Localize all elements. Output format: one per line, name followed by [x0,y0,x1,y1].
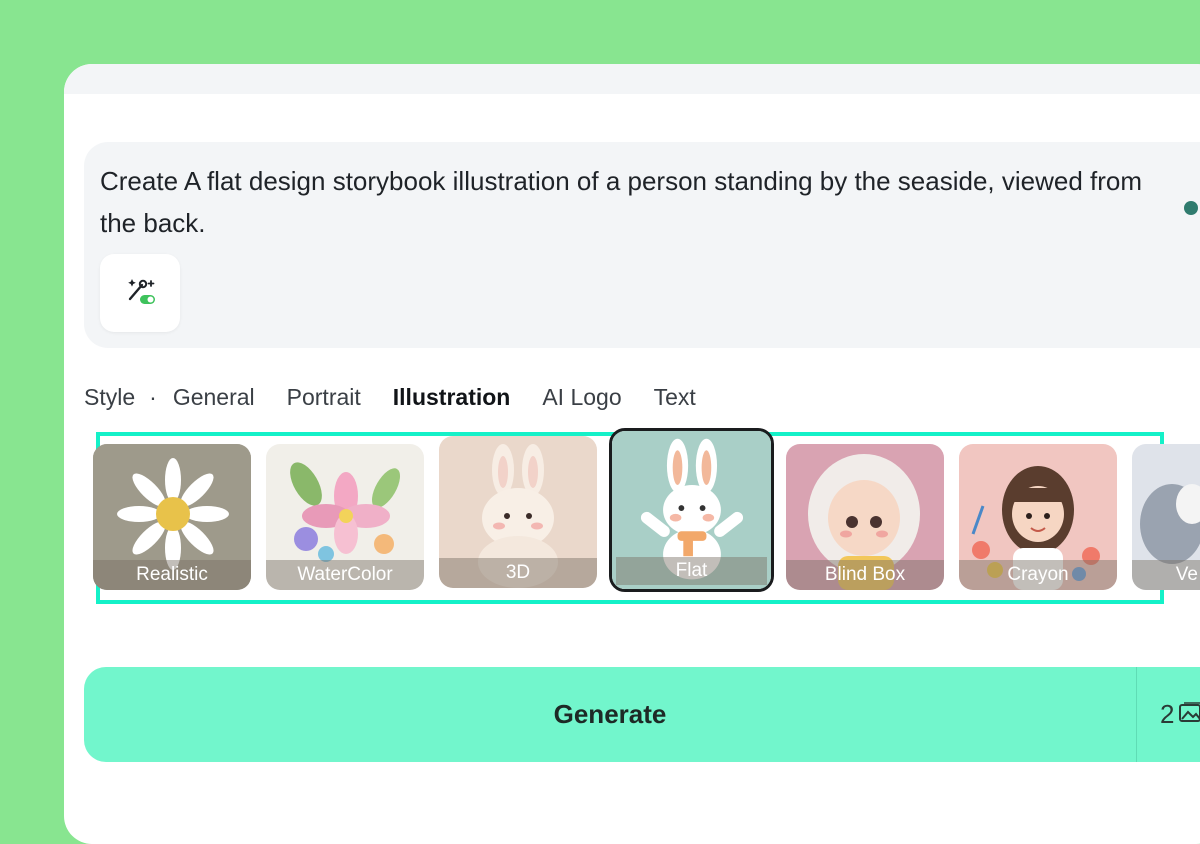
tab-text[interactable]: Text [654,384,696,411]
style-label-watercolor: WaterColor [266,560,424,590]
prompt-box[interactable]: Create A flat design storybook illustrat… [84,142,1200,348]
style-label-realistic: Realistic [93,560,251,590]
style-realistic[interactable]: Realistic [93,444,251,590]
tab-general[interactable]: General [173,384,255,411]
image-count-value: 2 [1160,699,1175,729]
image-count[interactable]: 2 [1160,699,1200,730]
image-icon [1178,699,1200,730]
style-tabs: Style · General Portrait Illustration AI… [84,382,728,412]
style-watercolor[interactable]: WaterColor [266,444,424,590]
style-crayon[interactable]: Crayon [959,444,1117,590]
status-dot [1184,201,1198,215]
style-label-crayon: Crayon [959,560,1117,590]
style-flat[interactable]: Flat [609,428,774,592]
style-3d[interactable]: 3D [439,436,597,588]
tab-portrait[interactable]: Portrait [287,384,361,411]
tab-ai-logo[interactable]: AI Logo [542,384,621,411]
style-label-3d: 3D [439,558,597,588]
style-vector-partial[interactable]: Ve [1132,444,1200,590]
prompt-text[interactable]: Create A flat design storybook illustrat… [100,160,1180,244]
style-label-blind-box: Blind Box [786,560,944,590]
tab-illustration[interactable]: Illustration [393,384,511,411]
magic-enhance-button[interactable] [100,254,180,332]
generate-label: Generate [553,699,667,729]
style-separator: · [149,383,157,410]
style-blind-box[interactable]: Blind Box [786,444,944,590]
generate-button[interactable]: Generate 2 [84,667,1200,762]
magic-wand-toggle-icon [122,273,158,314]
style-label-flat: Flat [616,557,767,585]
style-label-vector-partial: Ve [1132,560,1200,590]
card-header-bar [64,64,1200,94]
style-label: Style [84,383,136,410]
generate-divider [1136,667,1137,762]
